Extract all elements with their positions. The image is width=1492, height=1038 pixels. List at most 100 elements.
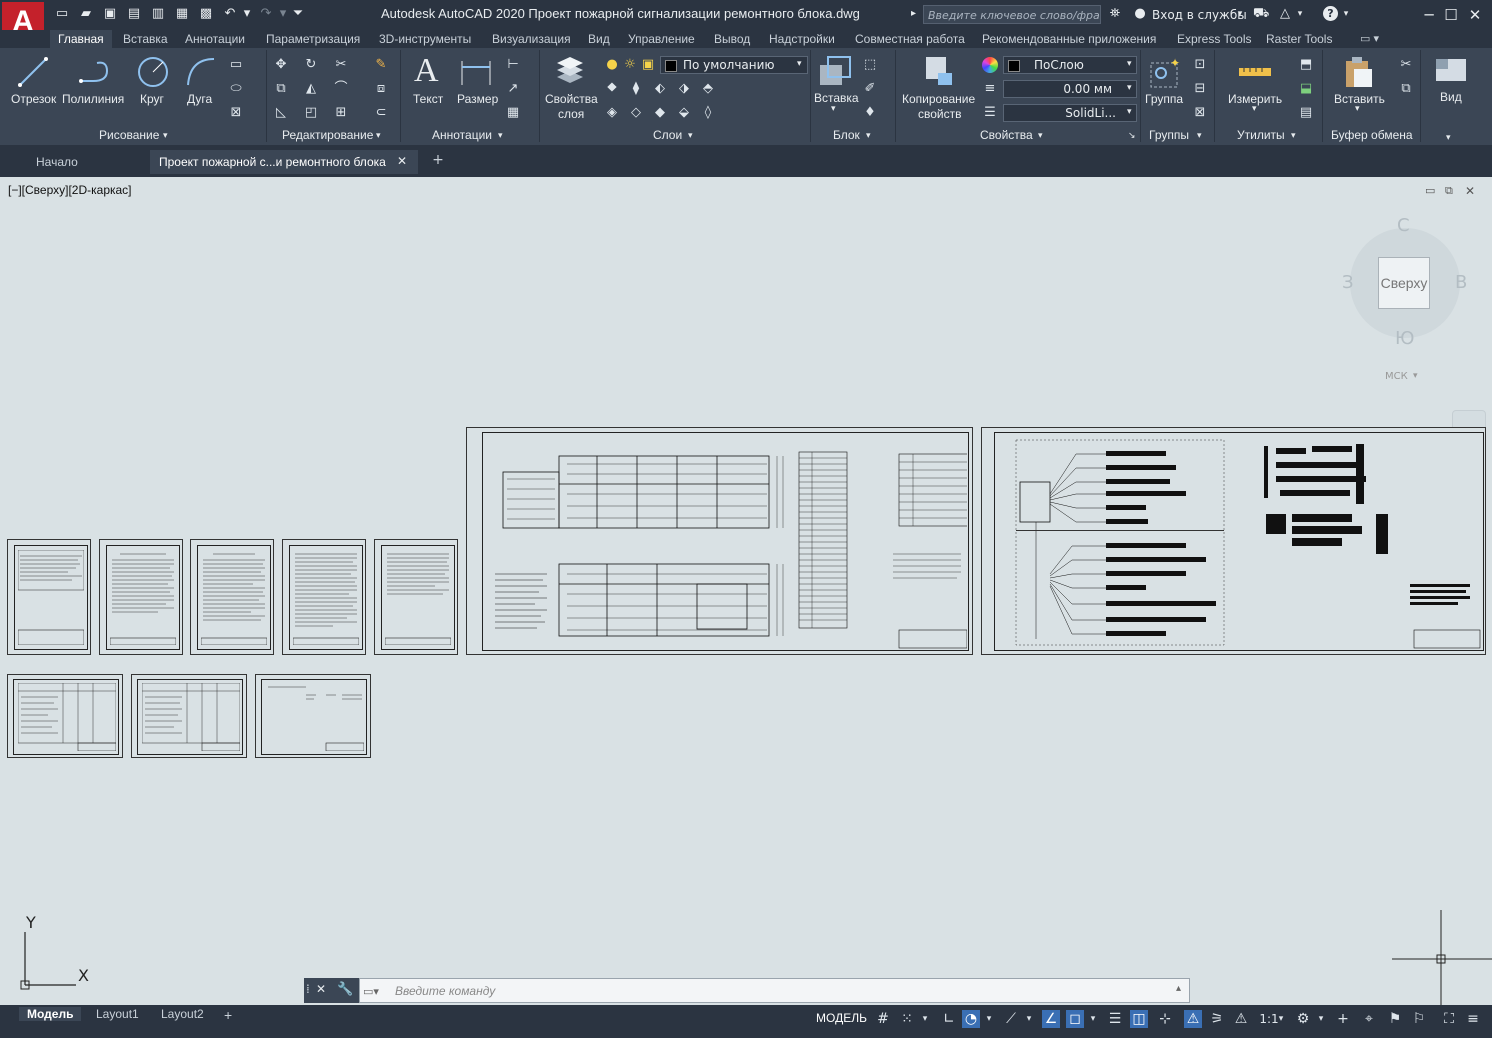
tab-collaborate[interactable]: Совместная работа (855, 32, 965, 46)
tab-annotate[interactable]: Аннотации (185, 32, 245, 46)
auto-scale-icon[interactable]: ⚞ (1208, 1010, 1226, 1028)
tab-layout2[interactable]: Layout2 (161, 1007, 204, 1021)
group-select-icon[interactable]: ⊠ (1192, 105, 1208, 121)
utilities-panel-title[interactable]: Утилиты (1237, 128, 1285, 142)
customization-menu-icon[interactable]: ≡ (1464, 1010, 1482, 1028)
paste-icon[interactable] (1342, 55, 1376, 89)
annotation-panel-expand-icon[interactable]: ▾ (498, 130, 503, 141)
text-sheet-2[interactable] (99, 539, 183, 655)
user-icon[interactable]: ● (1132, 6, 1148, 22)
quick-properties-icon[interactable]: ⚑ (1386, 1010, 1404, 1028)
region-icon[interactable]: ⊠ (228, 105, 244, 121)
new-file-icon[interactable]: ▭ (54, 6, 70, 22)
tab-start[interactable]: Начало (8, 150, 148, 174)
tab-drawing-file[interactable]: Проект пожарной с...и ремонтного блока (150, 150, 418, 174)
linear-dimension-icon[interactable]: ⊢ (505, 57, 521, 73)
stretch-icon[interactable]: ◺ (273, 105, 289, 121)
linetype-select-chevron-icon[interactable]: ▾ (1127, 107, 1132, 117)
model-space-toggle[interactable]: МОДЕЛЬ (816, 1011, 867, 1025)
tab-addins[interactable]: Надстройки (769, 32, 835, 46)
save-icon[interactable]: ▣ (102, 6, 118, 22)
mirror-icon[interactable]: ◭ (303, 81, 319, 97)
layer-properties-line1[interactable]: Свойства (545, 92, 598, 106)
modify-panel-expand-icon[interactable]: ▾ (376, 130, 381, 141)
transparency-icon[interactable]: ◫ (1130, 1010, 1148, 1028)
lineweight-display-icon[interactable]: ☰ (1106, 1010, 1124, 1028)
tab-home[interactable]: Главная (50, 30, 112, 48)
help-dropdown-icon[interactable]: ▾ (1342, 6, 1350, 22)
dimension-icon[interactable] (459, 55, 493, 89)
annotation-monitor-icon[interactable]: + (1334, 1010, 1352, 1028)
help-icon[interactable]: ? (1323, 6, 1338, 21)
select-all-icon[interactable]: ⬓ (1298, 81, 1314, 97)
arc-button[interactable]: Дуга (187, 92, 212, 106)
layer-unisolate-icon[interactable]: ⬘ (700, 81, 716, 97)
lineweight-select[interactable]: 0.00 мм (1003, 80, 1137, 98)
selection-cycling-icon[interactable]: ⊹ (1156, 1010, 1174, 1028)
annotation-scale-icon[interactable]: ⚠ (1232, 1010, 1250, 1028)
match-properties-line1[interactable]: Копирование (902, 92, 975, 106)
table-sheet-3[interactable] (255, 674, 371, 758)
sign-in-button[interactable]: Вход в службы (1152, 8, 1247, 22)
hatch-icon[interactable]: ⬭ (228, 81, 244, 97)
trim-icon[interactable]: ✂ (333, 57, 349, 73)
copy-icon[interactable]: ⧉ (273, 81, 289, 97)
move-icon[interactable]: ✥ (273, 57, 289, 73)
grid-icon[interactable]: # (874, 1010, 892, 1028)
snap-icon[interactable]: ⁙ (898, 1010, 916, 1028)
scale-icon[interactable]: ◰ (303, 105, 319, 121)
viewport-controls-label[interactable]: [−][Сверху][2D-каркас] (8, 183, 132, 197)
properties-panel-expand-icon[interactable]: ▾ (1038, 130, 1043, 141)
search-input[interactable]: Введите ключевое слово/фразу (923, 5, 1101, 24)
layer-match-icon[interactable]: ⧫ (628, 81, 644, 97)
tab-manage[interactable]: Управление (628, 32, 695, 46)
polar-dropdown-icon[interactable]: ▾ (984, 1010, 994, 1028)
rotate-icon[interactable]: ↻ (303, 57, 319, 73)
copy-clip-icon[interactable]: ⧉ (1398, 81, 1414, 97)
layer-walk-icon[interactable]: ◊ (700, 105, 716, 121)
object-snap-tracking-icon[interactable]: ∠ (1042, 1010, 1060, 1028)
viewcube-top-face[interactable]: Сверху (1378, 257, 1430, 309)
object-snap-icon[interactable]: ◻ (1066, 1010, 1084, 1028)
tab-model[interactable]: Модель (19, 1007, 82, 1021)
command-prompt-icon[interactable]: ▭▾ (363, 985, 379, 998)
binoculars-icon[interactable]: ⛯ (1107, 6, 1123, 22)
polar-tracking-icon[interactable]: ◔ (962, 1010, 980, 1028)
linetype-select[interactable]: SolidLi... (1003, 104, 1137, 122)
text-sheet-1[interactable] (7, 539, 91, 655)
signin-dropdown-icon[interactable]: ▾ (1236, 6, 1244, 22)
array-icon[interactable]: ⊞ (333, 105, 349, 121)
workspace-gear-icon[interactable]: ⚙ (1294, 1010, 1312, 1028)
viewport-minimize-icon[interactable]: ▭ (1425, 184, 1435, 197)
command-grip-icon[interactable]: ⁞ (306, 982, 310, 996)
osnap-dropdown-icon[interactable]: ▾ (1088, 1010, 1098, 1028)
properties-panel-title[interactable]: Свойства (980, 128, 1033, 142)
dimension-button[interactable]: Размер (457, 92, 498, 106)
tab-3d-tools[interactable]: 3D-инструменты (379, 32, 471, 46)
clean-screen-icon[interactable]: ⛶ (1440, 1010, 1458, 1028)
isodraft-icon[interactable]: ⟋ (1002, 1010, 1020, 1028)
quick-select-icon[interactable]: ⬒ (1298, 57, 1314, 73)
layer-properties-icon[interactable] (553, 55, 587, 89)
edit-attributes-icon[interactable]: ♦ (862, 105, 878, 121)
layer-on-icon[interactable]: ● (604, 57, 620, 73)
open-from-web-icon[interactable]: ▥ (150, 6, 166, 22)
polyline-button[interactable]: Полилиния (62, 92, 124, 106)
layer-unlock-icon[interactable]: ⬙ (676, 105, 692, 121)
clipboard-panel-title[interactable]: Буфер обмена (1331, 128, 1413, 142)
color-select-chevron-icon[interactable]: ▾ (1127, 59, 1132, 69)
tab-raster-tools[interactable]: Raster Tools (1266, 32, 1332, 46)
erase-icon[interactable]: ✎ (373, 57, 389, 73)
minimize-button[interactable]: ─ (1418, 4, 1440, 26)
viewcube-south[interactable]: Ю (1395, 328, 1414, 349)
plot-icon[interactable]: ▩ (198, 6, 214, 22)
fillet-icon[interactable]: ⌒ (333, 81, 349, 97)
maximize-button[interactable]: ☐ (1440, 4, 1462, 26)
tab-view[interactable]: Вид (588, 32, 610, 46)
search-expand-icon[interactable]: ▸ (911, 8, 916, 19)
measure-dropdown-icon[interactable]: ▾ (1252, 104, 1257, 114)
viewport-restore-icon[interactable]: ⧉ (1445, 184, 1453, 198)
viewport-close-icon[interactable]: ✕ (1465, 184, 1475, 198)
view-panel-expand-icon[interactable]: ▾ (1446, 132, 1451, 143)
utilities-panel-expand-icon[interactable]: ▾ (1291, 130, 1296, 141)
